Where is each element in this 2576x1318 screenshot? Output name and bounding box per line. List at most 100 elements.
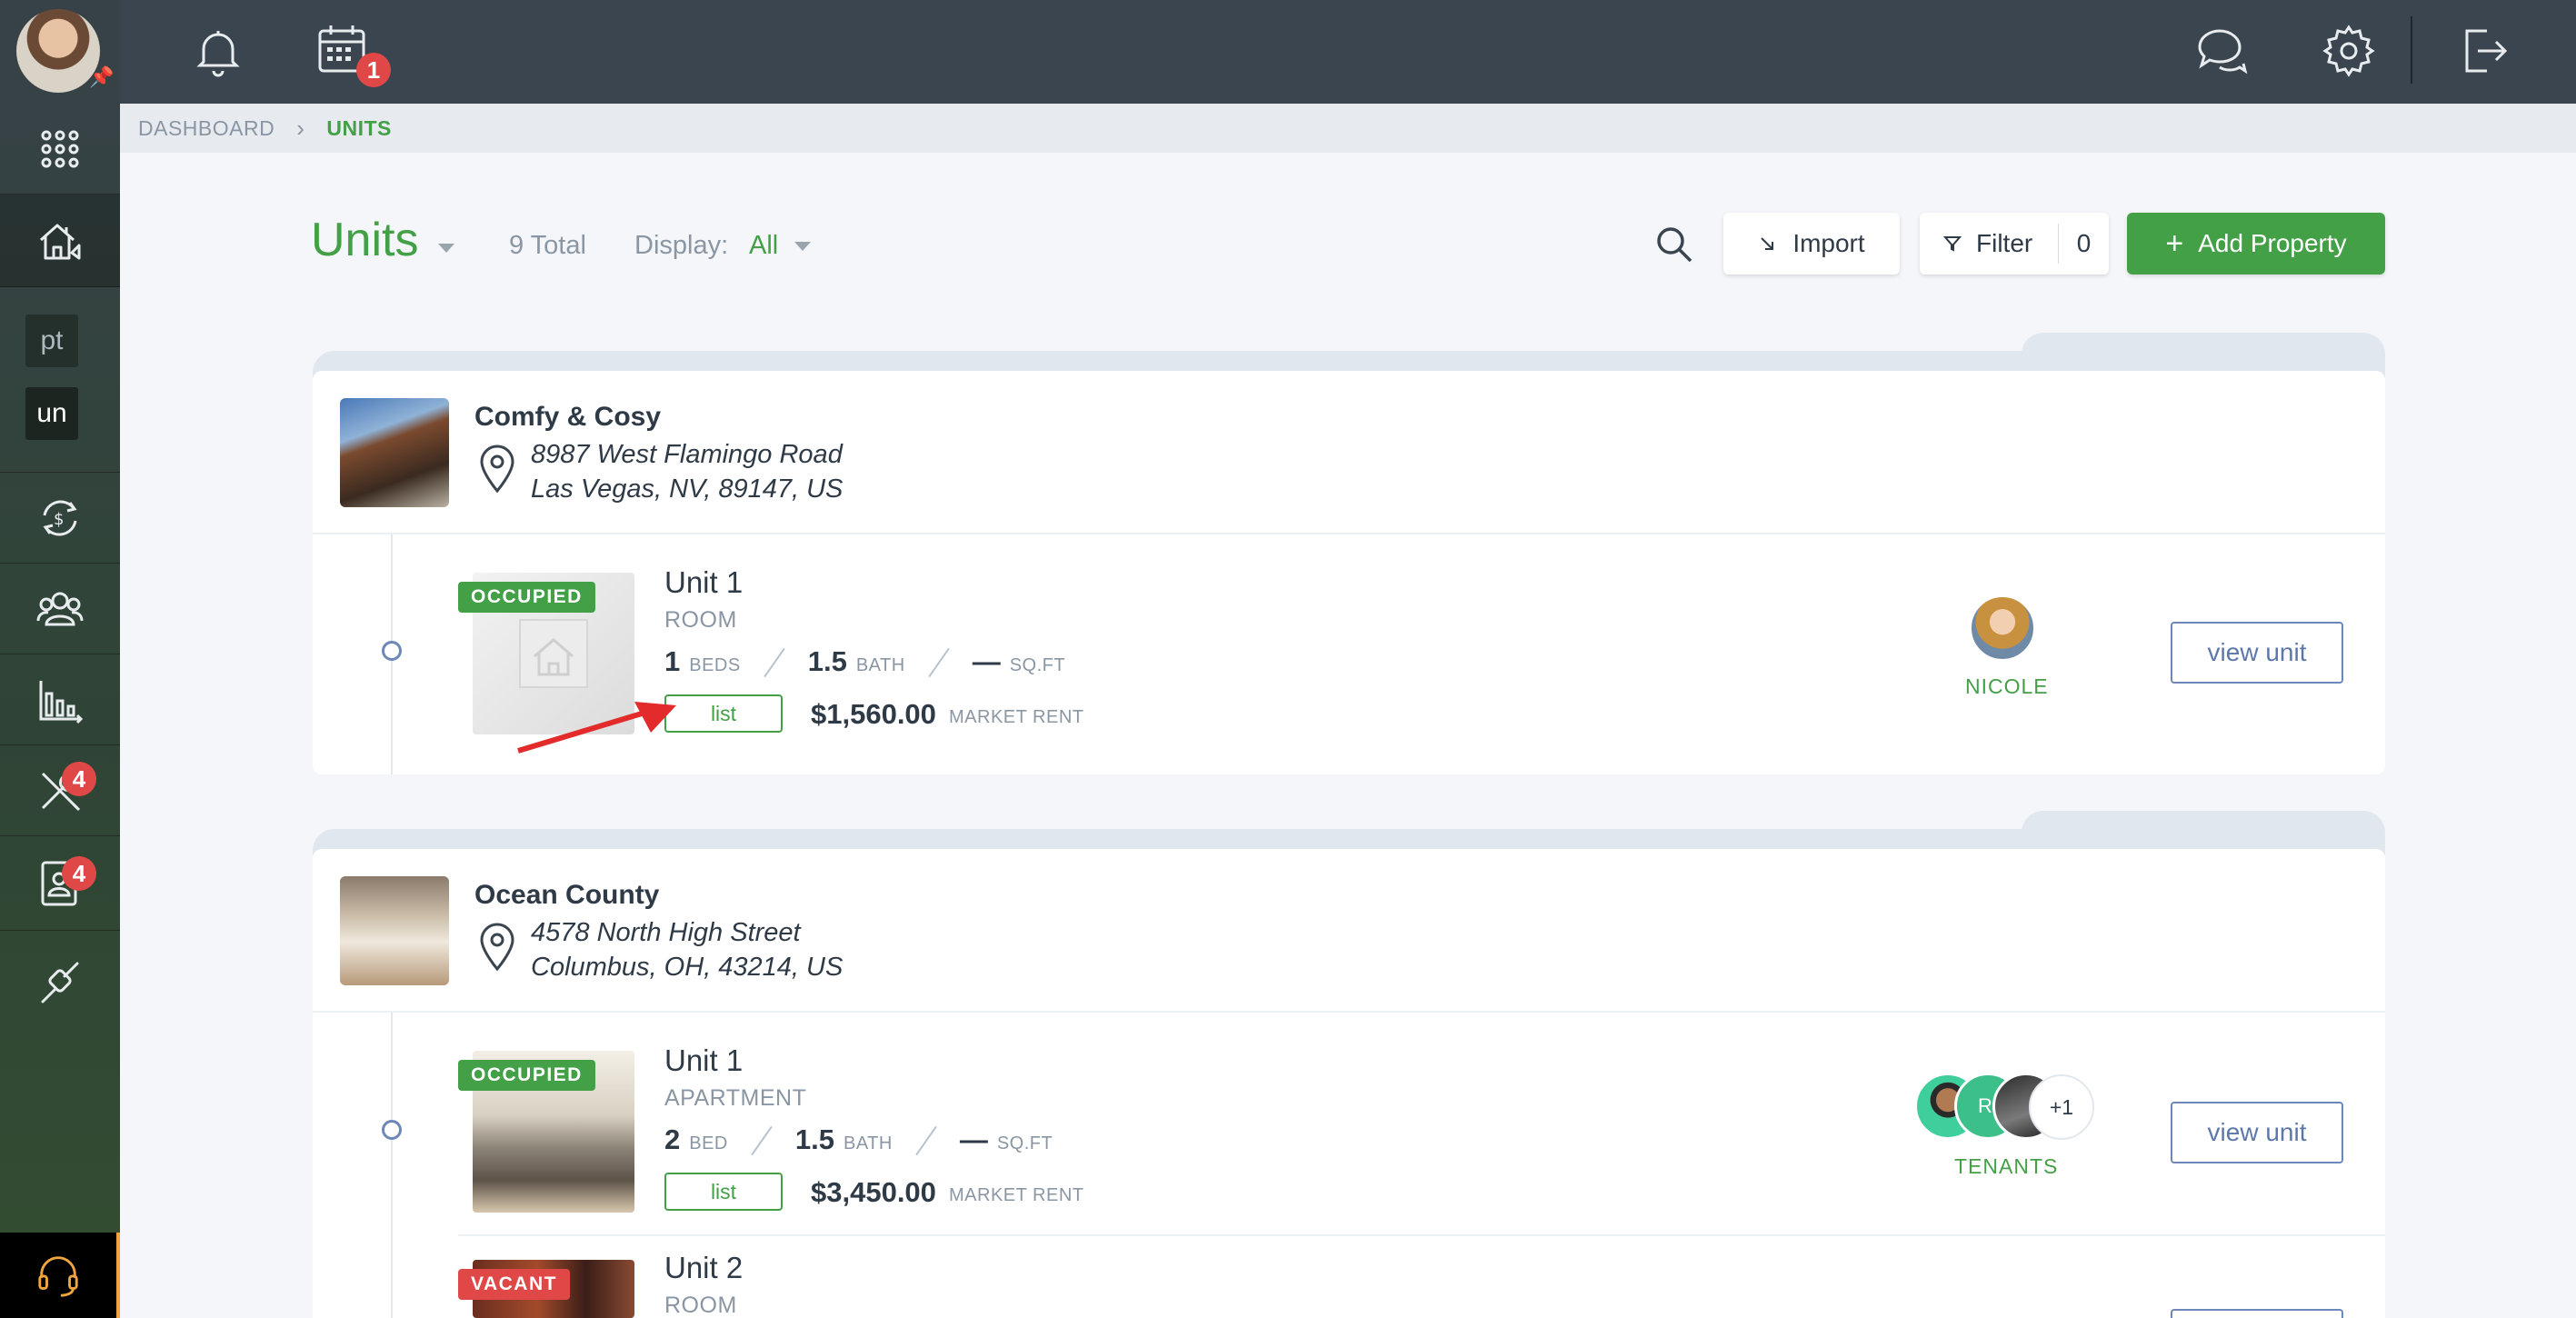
- divider: [751, 1125, 773, 1156]
- calendar-badge: 1: [356, 53, 391, 87]
- maintenance-badge: 4: [62, 762, 96, 796]
- list-button[interactable]: list: [664, 1173, 783, 1211]
- sqft-value: —: [972, 645, 1001, 677]
- beds-value: 1: [664, 645, 681, 677]
- breadcrumb-current: UNITS: [326, 115, 392, 140]
- baths-value: 1.5: [807, 645, 847, 677]
- add-property-label: Add Property: [2198, 229, 2347, 257]
- import-button[interactable]: Import: [1723, 213, 1900, 275]
- pin-icon[interactable]: 📌: [89, 65, 114, 89]
- chevron-down-icon[interactable]: [794, 242, 811, 251]
- import-label: Import: [1792, 229, 1865, 257]
- sqft-label: SQ.FT: [996, 1133, 1053, 1153]
- market-rent-label: MARKET RENT: [949, 707, 1084, 727]
- sqft-label: SQ.FT: [1009, 655, 1066, 675]
- filter-icon: [1943, 236, 1962, 252]
- page-title[interactable]: Units: [311, 213, 418, 267]
- total-count: 9 Total: [509, 231, 586, 260]
- baths-value: 1.5: [794, 1123, 834, 1155]
- property-address-line1: 4578 North High Street: [531, 918, 801, 947]
- sidebar-item-links[interactable]: [0, 931, 120, 1031]
- property-image[interactable]: [340, 876, 449, 985]
- more-tenants-badge[interactable]: +1: [2029, 1074, 2094, 1140]
- unit-name[interactable]: Unit 1: [664, 1043, 743, 1078]
- divider: [915, 1125, 937, 1156]
- sidebar-item-maintenance[interactable]: [0, 745, 120, 836]
- gear-icon[interactable]: [2320, 22, 2378, 80]
- status-badge: OCCUPIED: [458, 1060, 595, 1091]
- sidebar: 📌 pt un $ 4 4: [0, 0, 120, 1318]
- view-unit-button[interactable]: view unit: [2171, 622, 2343, 684]
- breadcrumb: DASHBOARD › UNITS: [120, 104, 2576, 153]
- view-unit-button[interactable]: view unit: [2171, 1102, 2343, 1163]
- sidebar-item-leases[interactable]: [0, 836, 120, 931]
- plus-icon: +: [2165, 226, 2184, 261]
- view-unit-button[interactable]: [2171, 1309, 2343, 1318]
- sidebar-tag-pt[interactable]: pt: [25, 315, 78, 367]
- sidebar-item-apps[interactable]: [0, 104, 120, 195]
- tenant-name[interactable]: NICOLE: [1965, 674, 2049, 699]
- unit-node: [382, 1120, 402, 1140]
- logout-icon[interactable]: [2454, 22, 2512, 80]
- top-bar: 1: [120, 0, 2576, 104]
- filter-button[interactable]: Filter 0: [1920, 213, 2109, 275]
- sidebar-item-properties[interactable]: [0, 195, 120, 287]
- search-icon[interactable]: [1652, 223, 1696, 266]
- apps-grid-icon: [41, 130, 79, 167]
- tenant-avatar[interactable]: [1969, 594, 2036, 662]
- chat-icon[interactable]: [2192, 22, 2251, 80]
- divider: [458, 1234, 2385, 1236]
- annotation-arrow-icon: [517, 702, 676, 754]
- property-address-line2: Las Vegas, NV, 89147, US: [531, 474, 844, 504]
- divider: [313, 533, 2385, 534]
- unit-type: APARTMENT: [664, 1085, 807, 1111]
- market-rent-value: $1,560.00: [811, 698, 936, 730]
- breadcrumb-dashboard[interactable]: DASHBOARD: [138, 116, 275, 141]
- divider: [927, 647, 950, 678]
- sidebar-item-people[interactable]: [0, 564, 120, 654]
- money-transfer-icon: $: [43, 500, 77, 535]
- sidebar-item-finance[interactable]: $: [0, 473, 120, 564]
- property-house-icon: [40, 224, 81, 259]
- beds-label: BEDS: [689, 655, 741, 675]
- property-name[interactable]: Comfy & Cosy: [474, 402, 661, 433]
- sidebar-tag-un[interactable]: un: [25, 387, 78, 440]
- add-property-button[interactable]: + Add Property: [2127, 213, 2385, 275]
- unit-name[interactable]: Unit 1: [664, 565, 743, 600]
- bell-icon[interactable]: [189, 22, 247, 80]
- display-select[interactable]: All: [749, 231, 778, 261]
- unit-type: ROOM: [664, 607, 737, 633]
- baths-label: BATH: [843, 1133, 893, 1153]
- property-image[interactable]: [340, 398, 449, 507]
- divider: [764, 647, 785, 678]
- property-card: Ocean County 4578 North High Street Colu…: [313, 849, 2385, 1318]
- unit-node: [382, 641, 402, 661]
- location-pin-icon: [480, 923, 514, 972]
- sqft-value: —: [959, 1123, 988, 1155]
- property-name[interactable]: Ocean County: [474, 880, 659, 911]
- display-label: Display:: [634, 231, 729, 260]
- tenants-label[interactable]: TENANTS: [1954, 1154, 2058, 1179]
- location-pin-icon: [480, 444, 514, 494]
- top-bar-divider: [2411, 16, 2412, 84]
- unit-connector: [391, 1013, 393, 1318]
- market-rent-label: MARKET RENT: [949, 1185, 1084, 1205]
- reports-chart-icon: [39, 680, 84, 724]
- link-icon: [41, 962, 79, 1003]
- svg-text:$: $: [54, 510, 64, 529]
- status-badge: OCCUPIED: [458, 582, 595, 613]
- unit-name[interactable]: Unit 2: [664, 1251, 743, 1285]
- beds-value: 2: [664, 1123, 681, 1155]
- property-address-line2: Columbus, OH, 43214, US: [531, 953, 844, 982]
- sidebar-item-support[interactable]: [0, 1233, 120, 1318]
- sidebar-item-reports[interactable]: [0, 654, 120, 745]
- chevron-down-icon[interactable]: [438, 244, 454, 253]
- filter-count: 0: [2058, 224, 2109, 264]
- market-rent-value: $3,450.00: [811, 1176, 936, 1208]
- property-address-line1: 8987 West Flamingo Road: [531, 440, 843, 469]
- user-avatar[interactable]: [16, 9, 100, 93]
- list-button[interactable]: list: [664, 694, 783, 733]
- chevron-right-icon: ›: [296, 114, 305, 142]
- filter-label: Filter: [1976, 229, 2033, 257]
- import-arrow-icon: [1761, 237, 1774, 250]
